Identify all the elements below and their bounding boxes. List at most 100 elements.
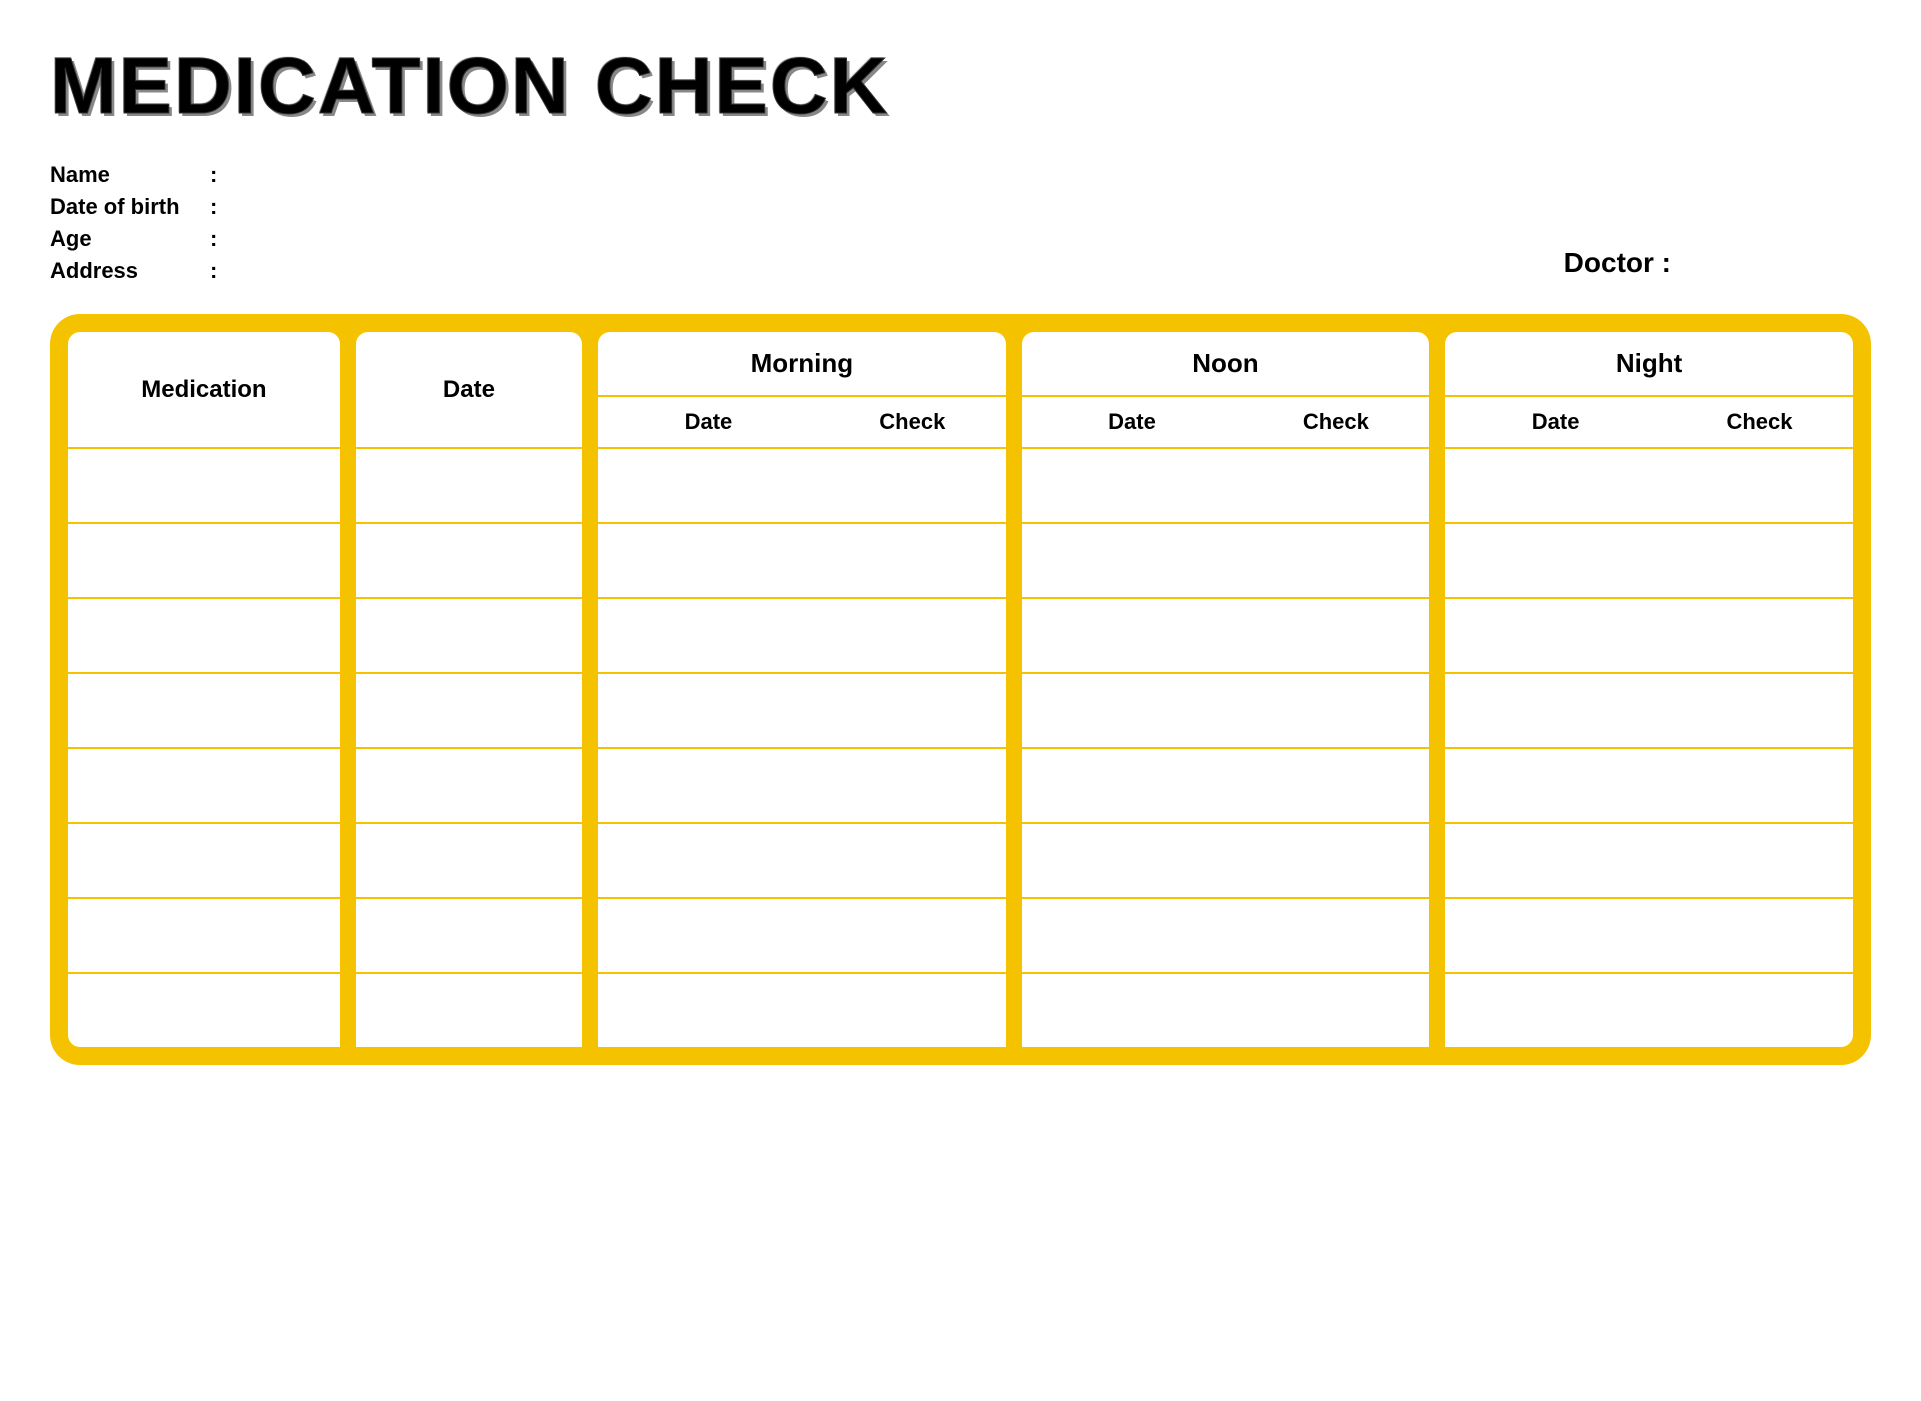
dob-colon: : bbox=[210, 194, 217, 220]
noon-check-cell[interactable] bbox=[1242, 672, 1429, 747]
medication-cell[interactable] bbox=[68, 522, 340, 597]
morning-date-cell[interactable] bbox=[598, 597, 819, 672]
table-row[interactable] bbox=[68, 747, 1853, 822]
date-cell[interactable] bbox=[356, 747, 583, 822]
medication-cell[interactable] bbox=[68, 672, 340, 747]
night-check-cell[interactable] bbox=[1666, 747, 1853, 822]
date-cell[interactable] bbox=[356, 522, 583, 597]
morning-check-cell[interactable] bbox=[819, 522, 1006, 597]
date-cell[interactable] bbox=[356, 447, 583, 522]
noon-check-subheader: Check bbox=[1242, 395, 1429, 447]
night-check-cell[interactable] bbox=[1666, 522, 1853, 597]
night-col-header: Night bbox=[1445, 332, 1853, 395]
night-date-cell[interactable] bbox=[1445, 447, 1666, 522]
info-fields: Name : Date of birth : Age : Address : bbox=[50, 162, 227, 284]
medication-cell[interactable] bbox=[68, 597, 340, 672]
table-row[interactable] bbox=[68, 672, 1853, 747]
noon-check-cell[interactable] bbox=[1242, 897, 1429, 972]
name-colon: : bbox=[210, 162, 217, 188]
medication-cell[interactable] bbox=[68, 447, 340, 522]
noon-date-cell[interactable] bbox=[1022, 822, 1243, 897]
noon-check-cell[interactable] bbox=[1242, 972, 1429, 1047]
morning-check-cell[interactable] bbox=[819, 747, 1006, 822]
address-colon: : bbox=[210, 258, 217, 284]
noon-check-cell[interactable] bbox=[1242, 747, 1429, 822]
noon-date-cell[interactable] bbox=[1022, 972, 1243, 1047]
night-date-cell[interactable] bbox=[1445, 822, 1666, 897]
date-col-header: Date bbox=[356, 332, 583, 447]
morning-date-cell[interactable] bbox=[598, 447, 819, 522]
header-row-1: Medication Date Morning Noon Night bbox=[68, 332, 1853, 395]
noon-date-subheader: Date bbox=[1022, 395, 1243, 447]
noon-check-cell[interactable] bbox=[1242, 522, 1429, 597]
night-date-cell[interactable] bbox=[1445, 897, 1666, 972]
medication-cell[interactable] bbox=[68, 897, 340, 972]
morning-check-cell[interactable] bbox=[819, 822, 1006, 897]
date-cell[interactable] bbox=[356, 822, 583, 897]
night-date-cell[interactable] bbox=[1445, 972, 1666, 1047]
medication-cell[interactable] bbox=[68, 822, 340, 897]
page-title: MEDICATION CHECK bbox=[50, 40, 1871, 132]
medication-cell[interactable] bbox=[68, 747, 340, 822]
morning-check-cell[interactable] bbox=[819, 897, 1006, 972]
morning-date-cell[interactable] bbox=[598, 747, 819, 822]
table-row[interactable] bbox=[68, 447, 1853, 522]
night-check-cell[interactable] bbox=[1666, 447, 1853, 522]
date-cell[interactable] bbox=[356, 597, 583, 672]
night-check-cell[interactable] bbox=[1666, 597, 1853, 672]
medication-col-header: Medication bbox=[68, 332, 340, 447]
address-label: Address bbox=[50, 258, 210, 284]
night-check-cell[interactable] bbox=[1666, 972, 1853, 1047]
table-row[interactable] bbox=[68, 822, 1853, 897]
doctor-field: Doctor : bbox=[1564, 247, 1671, 279]
morning-date-cell[interactable] bbox=[598, 972, 819, 1047]
date-cell[interactable] bbox=[356, 972, 583, 1047]
morning-date-cell[interactable] bbox=[598, 672, 819, 747]
night-date-subheader: Date bbox=[1445, 395, 1666, 447]
noon-check-cell[interactable] bbox=[1242, 822, 1429, 897]
morning-check-cell[interactable] bbox=[819, 672, 1006, 747]
morning-check-subheader: Check bbox=[819, 395, 1006, 447]
night-check-cell[interactable] bbox=[1666, 822, 1853, 897]
name-label: Name bbox=[50, 162, 210, 188]
table-body bbox=[68, 447, 1853, 1047]
night-check-cell[interactable] bbox=[1666, 897, 1853, 972]
night-date-cell[interactable] bbox=[1445, 597, 1666, 672]
morning-date-cell[interactable] bbox=[598, 822, 819, 897]
date-cell[interactable] bbox=[356, 897, 583, 972]
table-row[interactable] bbox=[68, 522, 1853, 597]
date-cell[interactable] bbox=[356, 672, 583, 747]
noon-check-cell[interactable] bbox=[1242, 447, 1429, 522]
name-row: Name : bbox=[50, 162, 227, 188]
table-row[interactable] bbox=[68, 597, 1853, 672]
table-container: Medication Date Morning Noon Night Date … bbox=[50, 314, 1871, 1065]
morning-check-cell[interactable] bbox=[819, 447, 1006, 522]
morning-date-subheader: Date bbox=[598, 395, 819, 447]
noon-col-header: Noon bbox=[1022, 332, 1430, 395]
noon-date-cell[interactable] bbox=[1022, 672, 1243, 747]
table-row[interactable] bbox=[68, 897, 1853, 972]
morning-check-cell[interactable] bbox=[819, 597, 1006, 672]
morning-date-cell[interactable] bbox=[598, 522, 819, 597]
night-date-cell[interactable] bbox=[1445, 672, 1666, 747]
medication-cell[interactable] bbox=[68, 972, 340, 1047]
dob-row: Date of birth : bbox=[50, 194, 227, 220]
night-check-cell[interactable] bbox=[1666, 672, 1853, 747]
night-date-cell[interactable] bbox=[1445, 522, 1666, 597]
morning-check-cell[interactable] bbox=[819, 972, 1006, 1047]
medication-table: Medication Date Morning Noon Night Date … bbox=[68, 332, 1853, 1047]
noon-date-cell[interactable] bbox=[1022, 747, 1243, 822]
night-date-cell[interactable] bbox=[1445, 747, 1666, 822]
age-colon: : bbox=[210, 226, 217, 252]
noon-date-cell[interactable] bbox=[1022, 597, 1243, 672]
table-row[interactable] bbox=[68, 972, 1853, 1047]
noon-date-cell[interactable] bbox=[1022, 522, 1243, 597]
noon-date-cell[interactable] bbox=[1022, 897, 1243, 972]
noon-date-cell[interactable] bbox=[1022, 447, 1243, 522]
age-row: Age : bbox=[50, 226, 227, 252]
morning-date-cell[interactable] bbox=[598, 897, 819, 972]
dob-label: Date of birth bbox=[50, 194, 210, 220]
patient-info-section: Name : Date of birth : Age : Address : D… bbox=[50, 162, 1871, 284]
noon-check-cell[interactable] bbox=[1242, 597, 1429, 672]
morning-col-header: Morning bbox=[598, 332, 1006, 395]
